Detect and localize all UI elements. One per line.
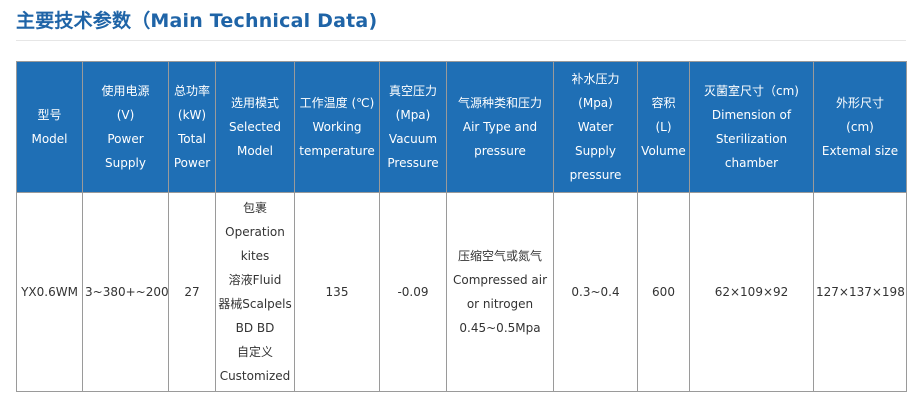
cell-line: YX0.6WM: [21, 285, 78, 299]
header-line: 使用电源: [101, 84, 150, 98]
cell-line: Compressed air: [452, 273, 548, 287]
header-air-type-pressure: 气源种类和压力 Air Type and pressure: [446, 61, 554, 193]
header-line: 灭菌室尺寸（cm): [704, 84, 799, 98]
header-working-temperature: 工作温度 (℃) Working temperature: [294, 61, 380, 193]
cell-line: 器械Scalpels: [218, 297, 292, 311]
cell-line: 600: [652, 285, 675, 299]
header-line: Model: [236, 144, 274, 158]
header-line: Pressure: [387, 156, 439, 170]
header-external-size: 外形尺寸 (cm) Extemal size: [813, 61, 907, 193]
cell-line: 压缩空气或氮气: [457, 249, 542, 263]
page-title: 主要技术参数（Main Technical Data): [16, 10, 378, 32]
header-water-supply-pressure: 补水压力 (Mpa) Water Supply pressure: [553, 61, 638, 193]
header-line: (kW): [177, 108, 207, 122]
header-vacuum-pressure: 真空压力 (Mpa) Vacuum Pressure: [379, 61, 447, 193]
cell-line: 溶液Fluid: [228, 273, 282, 287]
header-line: 外形尺寸: [835, 96, 884, 110]
cell-selected-model: 包裹 Operation kites 溶液Fluid 器械Scalpels BD…: [215, 192, 295, 392]
header-line: Extemal size: [821, 144, 899, 158]
cell-external-size: 127×137×198: [813, 192, 907, 392]
technical-data-table: 型号 Model 使用电源 (V) Power Supply 总功率 (kW) …: [16, 61, 907, 392]
header-line: Dimension of: [711, 108, 792, 122]
cell-line: 62×109×92: [714, 285, 789, 299]
cell-line: kites: [240, 249, 270, 263]
table-row: YX0.6WM 3~380+~200 27 包裹 Operation kites…: [16, 192, 907, 392]
header-line: Supply: [575, 144, 616, 158]
header-line: Selected: [228, 120, 282, 134]
cell-line: Customized: [219, 369, 291, 383]
header-line: Model: [31, 132, 68, 146]
header-line: Power: [107, 132, 144, 146]
header-line: Water: [577, 120, 614, 134]
cell-line: BD BD: [235, 321, 275, 335]
cell-water-supply-pressure: 0.3~0.4: [553, 192, 638, 392]
cell-line: 自定义: [236, 345, 273, 359]
header-line: 气源种类和压力: [457, 96, 542, 110]
cell-sterilization-chamber: 62×109×92: [689, 192, 814, 392]
header-line: 选用模式: [230, 96, 279, 110]
header-line: pressure: [569, 168, 622, 182]
cell-line: -0.09: [397, 285, 429, 299]
cell-air-type-pressure: 压缩空气或氮气 Compressed air or nitrogen 0.45~…: [446, 192, 554, 392]
cell-line: 0.3~0.4: [571, 285, 620, 299]
header-power-supply: 使用电源 (V) Power Supply: [82, 61, 169, 193]
cell-line: 127×137×198: [816, 285, 905, 299]
header-line: Air Type and: [462, 120, 538, 134]
header-volume: 容积 (L) Volume: [637, 61, 690, 193]
cell-line: Operation: [225, 225, 285, 239]
header-line: Working: [312, 120, 362, 134]
header-line: temperature: [299, 144, 375, 158]
table-header-row: 型号 Model 使用电源 (V) Power Supply 总功率 (kW) …: [16, 61, 907, 193]
cell-line: 3~380+~200: [85, 285, 169, 299]
header-line: pressure: [474, 144, 526, 158]
cell-working-temperature: 135: [294, 192, 380, 392]
header-line: (V): [116, 108, 135, 122]
cell-vacuum-pressure: -0.09: [379, 192, 447, 392]
header-line: 补水压力: [571, 72, 620, 86]
cell-power-supply: 3~380+~200: [82, 192, 169, 392]
cell-line: 0.45~0.5Mpa: [459, 321, 541, 335]
header-line: (Mpa): [578, 96, 613, 110]
header-line: Power: [173, 156, 211, 170]
header-line: 型号: [37, 108, 62, 122]
cell-line: or nitrogen: [466, 297, 534, 311]
header-line: Total: [177, 132, 207, 146]
header-line: (L): [655, 120, 672, 134]
header-line: chamber: [724, 156, 779, 170]
header-line: Volume: [641, 144, 686, 158]
title-divider: [16, 40, 906, 41]
header-line: 总功率: [173, 84, 210, 98]
header-line: Vacuum: [388, 132, 438, 146]
cell-total-power: 27: [168, 192, 216, 392]
cell-model: YX0.6WM: [16, 192, 83, 392]
cell-line: 包裹: [242, 201, 267, 215]
header-total-power: 总功率 (kW) Total Power: [168, 61, 216, 193]
cell-line: 27: [184, 285, 200, 299]
header-line: 真空压力: [388, 84, 437, 98]
cell-line: 135: [325, 285, 349, 299]
header-line: Sterilization: [715, 132, 788, 146]
header-line: 工作温度 (℃): [299, 96, 375, 110]
header-sterilization-chamber: 灭菌室尺寸（cm) Dimension of Sterilization cha…: [689, 61, 814, 193]
header-selected-model: 选用模式 Selected Model: [215, 61, 295, 193]
header-line: Supply: [105, 156, 146, 170]
cell-volume: 600: [637, 192, 690, 392]
header-line: (Mpa): [395, 108, 431, 122]
header-line: 容积: [651, 96, 676, 110]
header-line: (cm): [846, 120, 874, 134]
header-model: 型号 Model: [16, 61, 83, 193]
